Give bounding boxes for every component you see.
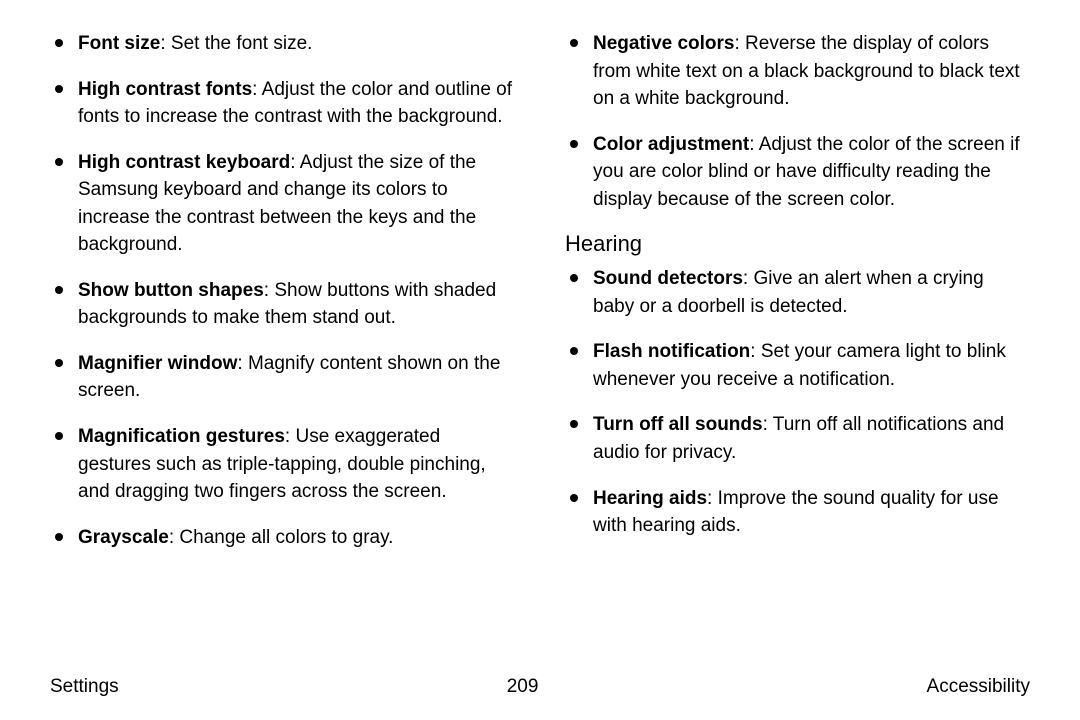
list-item: Show button shapes: Show buttons with sh… (50, 277, 515, 332)
item-term: High contrast keyboard (78, 152, 290, 173)
right-section-list: Sound detectors: Give an alert when a cr… (565, 265, 1030, 539)
list-item: Font size: Set the font size. (50, 30, 515, 58)
item-term: Color adjustment (593, 134, 749, 155)
item-term: Magnifier window (78, 353, 237, 374)
list-item: Color adjustment: Adjust the color of th… (565, 131, 1030, 214)
item-term: Grayscale (78, 527, 169, 548)
list-item: Flash notification: Set your camera ligh… (565, 338, 1030, 393)
item-term: Font size (78, 33, 160, 54)
list-item: Sound detectors: Give an alert when a cr… (565, 265, 1030, 320)
item-term: Show button shapes (78, 280, 264, 301)
list-item: Magnification gestures: Use exaggerated … (50, 423, 515, 506)
list-item: High contrast keyboard: Adjust the size … (50, 149, 515, 259)
footer-left: Settings (50, 676, 119, 698)
item-desc: : Change all colors to gray. (169, 527, 394, 548)
list-item: High contrast fonts: Adjust the color an… (50, 76, 515, 131)
content-columns: Font size: Set the font size. High contra… (50, 30, 1030, 640)
left-list: Font size: Set the font size. High contra… (50, 30, 515, 551)
item-desc: : Set the font size. (160, 33, 312, 54)
item-term: Magnification gestures (78, 426, 285, 447)
section-heading: Hearing (565, 231, 1030, 257)
list-item: Turn off all sounds: Turn off all notifi… (565, 411, 1030, 466)
list-item: Magnifier window: Magnify content shown … (50, 350, 515, 405)
item-term: High contrast fonts (78, 79, 252, 100)
item-term: Turn off all sounds (593, 414, 763, 435)
list-item: Grayscale: Change all colors to gray. (50, 524, 515, 552)
list-item: Negative colors: Reverse the display of … (565, 30, 1030, 113)
list-item: Hearing aids: Improve the sound quality … (565, 485, 1030, 540)
item-term: Hearing aids (593, 488, 707, 509)
left-column: Font size: Set the font size. High contra… (50, 30, 515, 640)
right-top-list: Negative colors: Reverse the display of … (565, 30, 1030, 213)
item-term: Sound detectors (593, 268, 743, 289)
footer-page-number: 209 (507, 676, 539, 698)
item-term: Negative colors (593, 33, 735, 54)
footer-right: Accessibility (927, 676, 1030, 698)
right-column: Negative colors: Reverse the display of … (565, 30, 1030, 640)
item-term: Flash notification (593, 341, 750, 362)
page-footer: Settings 209 Accessibility (50, 676, 1030, 698)
